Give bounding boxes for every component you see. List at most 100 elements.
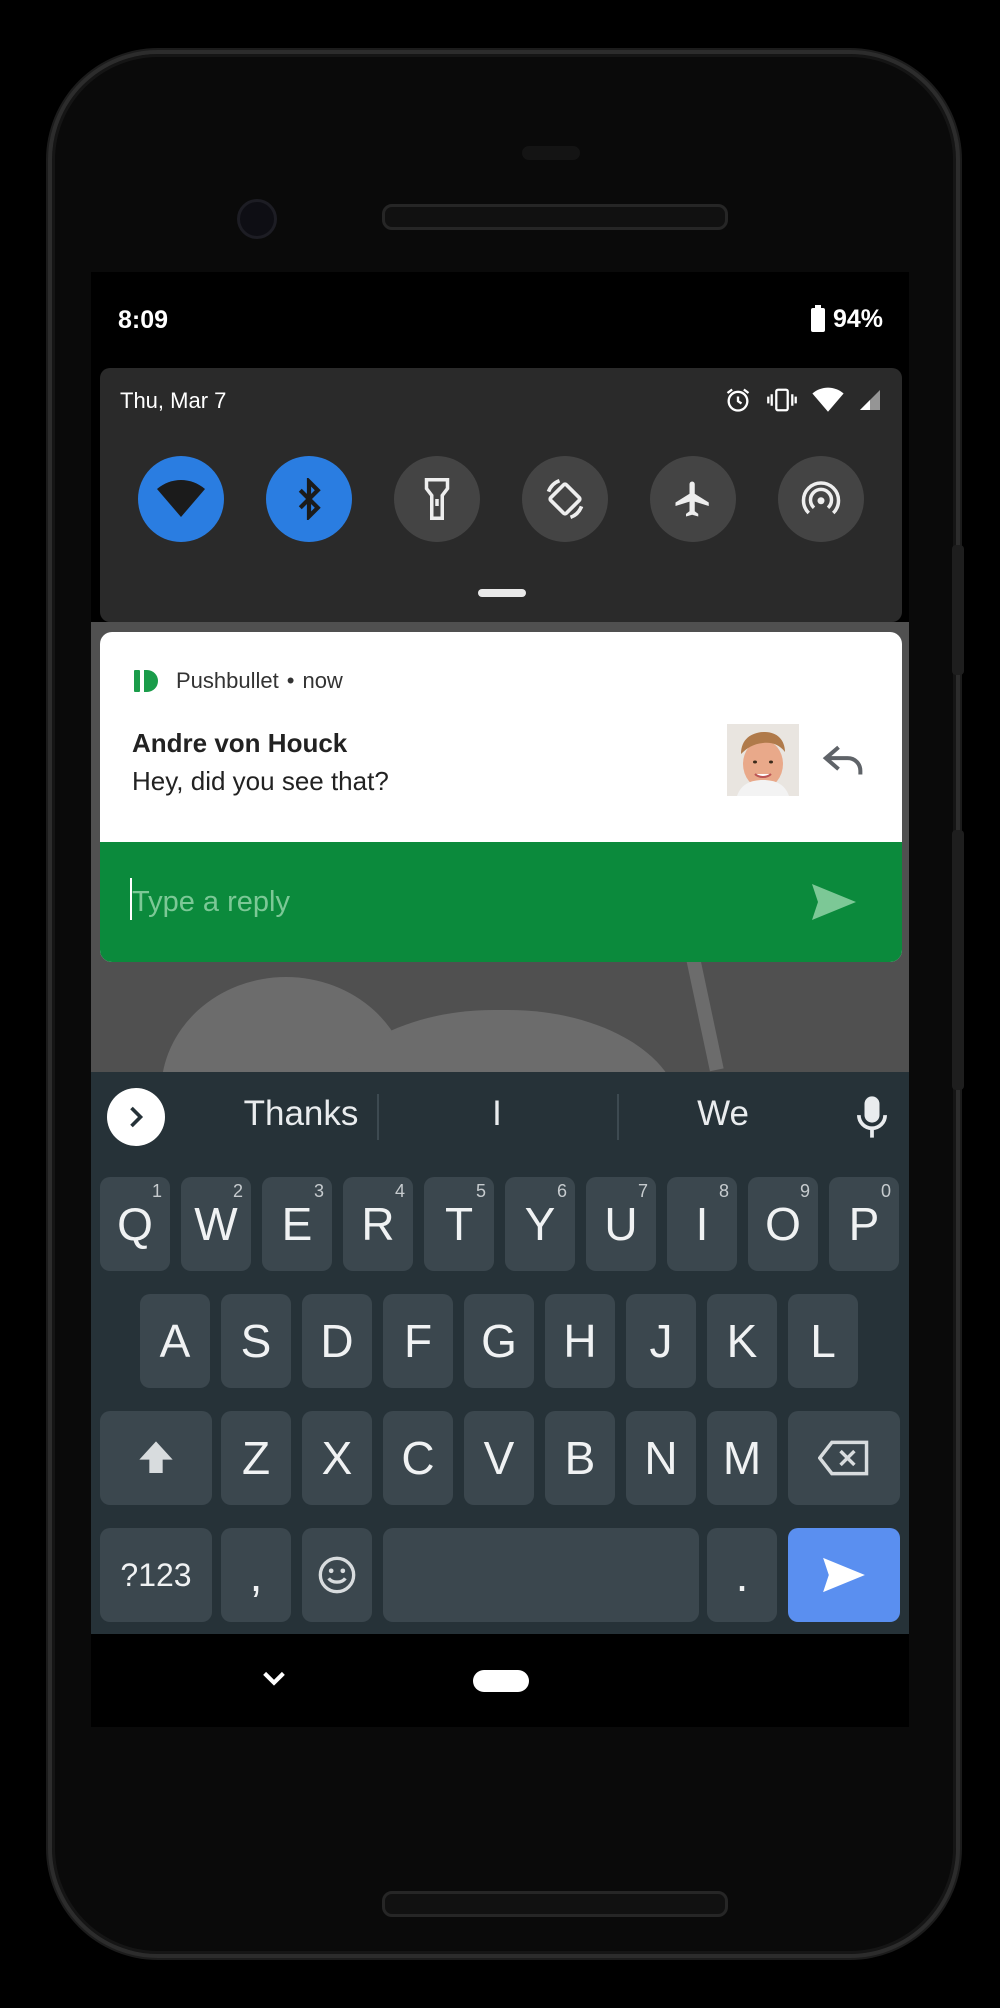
flashlight-icon: [424, 478, 450, 520]
send-icon: [812, 884, 856, 920]
key-s[interactable]: S: [221, 1294, 291, 1388]
chevron-down-icon: [263, 1671, 285, 1686]
flashlight-tile[interactable]: [394, 456, 480, 542]
key-p[interactable]: P0: [829, 1177, 899, 1271]
notification-message: Hey, did you see that?: [132, 766, 389, 796]
key-n[interactable]: N: [626, 1411, 696, 1505]
key-h[interactable]: H: [545, 1294, 615, 1388]
battery-indicator: 94%: [810, 304, 883, 334]
qs-date: Thu, Mar 7: [120, 388, 227, 413]
power-button: [952, 545, 964, 675]
notification-app-name: Pushbullet: [176, 668, 279, 693]
alarm-icon: [726, 388, 750, 412]
auto-rotate-icon: [546, 478, 584, 520]
quick-settings-panel[interactable]: Thu, Mar 7: [100, 368, 902, 622]
notification-sender: Andre von Houck: [132, 728, 348, 758]
key-r[interactable]: R4: [343, 1177, 413, 1271]
microphone-icon: [857, 1096, 887, 1138]
key-z[interactable]: Z: [221, 1411, 291, 1505]
suggestion-divider: [377, 1094, 379, 1140]
pushbullet-logo-icon: [134, 670, 160, 692]
earpiece-speaker: [382, 204, 728, 230]
key-q[interactable]: Q1: [100, 1177, 170, 1271]
key-l[interactable]: L: [788, 1294, 858, 1388]
hotspot-icon: [801, 481, 841, 515]
reply-input[interactable]: [132, 880, 772, 924]
hotspot-tile[interactable]: [778, 456, 864, 542]
airplane-icon: [675, 481, 709, 517]
home-button[interactable]: [473, 1670, 529, 1692]
qs-status-icons: [724, 386, 882, 414]
chevron-right-icon: [130, 1106, 144, 1128]
navigation-bar: [91, 1634, 909, 1727]
voice-input-button[interactable]: [857, 1094, 887, 1140]
send-icon: [823, 1557, 865, 1593]
keyboard: Thanks I We Q1 W2 E3 R4 T5 Y6 U7 I8 O9 P…: [91, 1072, 909, 1634]
qs-tiles: [138, 456, 864, 542]
key-e[interactable]: E3: [262, 1177, 332, 1271]
key-j[interactable]: J: [626, 1294, 696, 1388]
key-w[interactable]: W2: [181, 1177, 251, 1271]
suggestion-strip: Thanks I We: [91, 1072, 909, 1160]
phone-screen: 8:09 94% Thu, Mar 7 Pushbullet • now And…: [91, 272, 909, 1727]
key-o[interactable]: O9: [748, 1177, 818, 1271]
front-camera: [237, 199, 277, 239]
key-f[interactable]: F: [383, 1294, 453, 1388]
expand-toolbar-button[interactable]: [107, 1088, 165, 1146]
wifi-icon: [157, 480, 205, 517]
symbols-key[interactable]: ?123: [100, 1528, 212, 1622]
backspace-icon: [818, 1440, 869, 1476]
vibrate-icon: [767, 388, 797, 412]
auto-rotate-tile[interactable]: [522, 456, 608, 542]
suggestion-3[interactable]: We: [633, 1094, 813, 1134]
airplane-mode-tile[interactable]: [650, 456, 736, 542]
suggestion-2[interactable]: I: [407, 1094, 587, 1134]
emoji-icon: [318, 1556, 356, 1594]
volume-button: [952, 830, 964, 1090]
hide-keyboard-button[interactable]: [259, 1666, 289, 1692]
text-cursor: [130, 878, 132, 920]
wifi-icon: [812, 387, 844, 412]
reply-button[interactable]: [822, 740, 870, 784]
avatar: [727, 724, 799, 796]
period-key[interactable]: .: [707, 1528, 777, 1622]
key-a[interactable]: A: [140, 1294, 210, 1388]
backspace-key[interactable]: [788, 1411, 900, 1505]
bluetooth-tile[interactable]: [266, 456, 352, 542]
key-c[interactable]: C: [383, 1411, 453, 1505]
reply-bar: [100, 842, 902, 962]
notification-header: Pushbullet • now: [134, 668, 343, 694]
suggestion-1[interactable]: Thanks: [211, 1094, 391, 1134]
key-v[interactable]: V: [464, 1411, 534, 1505]
emoji-key[interactable]: [302, 1528, 372, 1622]
key-b[interactable]: B: [545, 1411, 615, 1505]
qs-expand-handle[interactable]: [478, 589, 526, 597]
clock: 8:09: [118, 306, 169, 334]
send-reply-button[interactable]: [810, 882, 858, 922]
battery-percent: 94%: [832, 305, 883, 333]
header-separator: •: [286, 668, 295, 693]
key-i[interactable]: I8: [667, 1177, 737, 1271]
key-t[interactable]: T5: [424, 1177, 494, 1271]
key-y[interactable]: Y6: [505, 1177, 575, 1271]
space-key[interactable]: [383, 1528, 699, 1622]
key-x[interactable]: X: [302, 1411, 372, 1505]
bluetooth-icon: [298, 478, 321, 520]
status-bar: 8:09 94%: [91, 272, 909, 368]
shift-icon: [139, 1441, 173, 1473]
notification-card[interactable]: Pushbullet • now Andre von Houck Hey, di…: [100, 632, 902, 962]
key-k[interactable]: K: [707, 1294, 777, 1388]
suggestion-divider: [617, 1094, 619, 1140]
key-g[interactable]: G: [464, 1294, 534, 1388]
wifi-tile[interactable]: [138, 456, 224, 542]
key-u[interactable]: U7: [586, 1177, 656, 1271]
cell-signal-icon: [860, 390, 880, 410]
send-key[interactable]: [788, 1528, 900, 1622]
reply-icon: [822, 745, 863, 775]
comma-key[interactable]: ,: [221, 1528, 291, 1622]
key-d[interactable]: D: [302, 1294, 372, 1388]
shift-key[interactable]: [100, 1411, 212, 1505]
key-m[interactable]: M: [707, 1411, 777, 1505]
battery-icon: [810, 304, 825, 332]
proximity-sensor: [522, 146, 580, 160]
